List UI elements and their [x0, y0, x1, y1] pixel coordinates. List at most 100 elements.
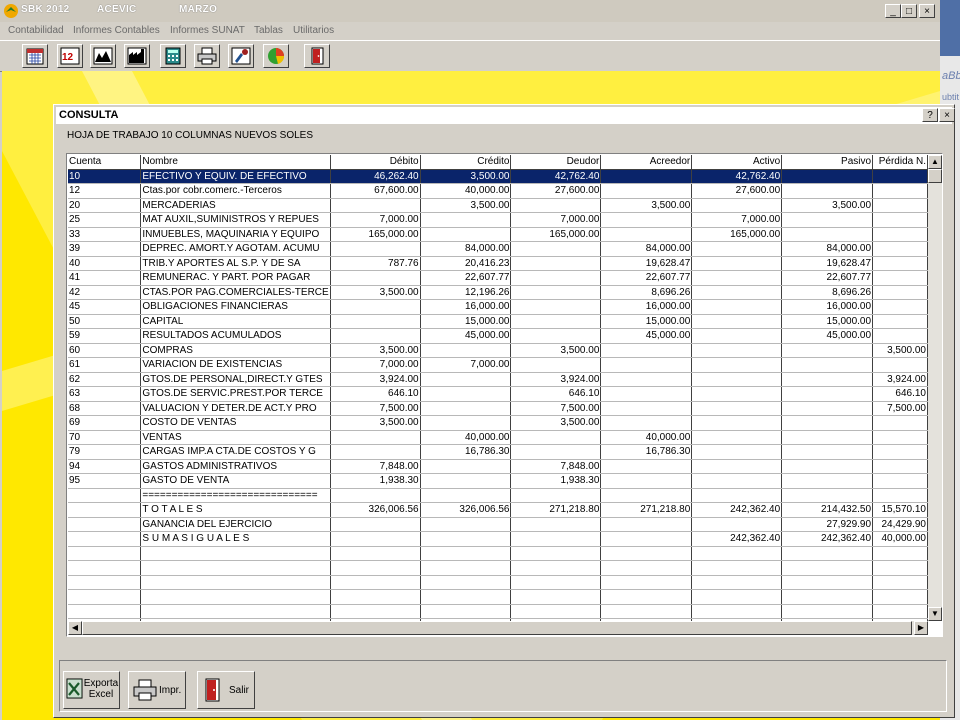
scroll-left-button[interactable]: ◀ [68, 621, 82, 635]
table-row[interactable]: GANANCIA DEL EJERCICIO 27,929.90 24,429.90 [68, 517, 928, 532]
table-row[interactable]: 59 RESULTADOS ACUMULADOS 45,000.00 45,000.0… [68, 328, 928, 344]
scroll-right-button[interactable]: ▶ [914, 621, 928, 635]
cell [420, 343, 512, 358]
cell [600, 531, 693, 547]
cell: 70 [68, 430, 142, 445]
cell [68, 517, 142, 532]
table-row[interactable]: 63 GTOS.DE SERVIC.PREST.POR TERCE 646.10 64… [68, 386, 928, 402]
cell: 8,696.26 [781, 285, 874, 300]
pie-chart-icon[interactable] [263, 44, 289, 68]
numbers-icon[interactable]: 12 [57, 44, 83, 68]
cell [872, 488, 928, 503]
printer-icon[interactable] [194, 44, 220, 68]
worksheet-grid[interactable]: Cuenta Nombre Débito Crédito Deudor Acreedor A… [66, 153, 943, 637]
table-row[interactable]: 70 VENTAS 40,000.00 40,000.00 [68, 430, 928, 445]
consulta-dialog: CONSULTA ? × HOJA DE TRABAJO 10 COLUMNAS… [53, 104, 955, 718]
cell: 84,000.00 [600, 241, 693, 257]
cell [781, 444, 874, 460]
exit-door-icon[interactable] [304, 44, 330, 68]
table-row[interactable]: 45 OBLIGACIONES FINANCIERAS 16,000.00 16,00… [68, 299, 928, 315]
empty-cell [600, 589, 693, 605]
minimize-icon[interactable]: _ [885, 4, 901, 18]
table-row[interactable]: 33 INMUEBLES, MAQUINARIA Y EQUIPO 165,000.… [68, 227, 928, 242]
table-row[interactable]: 39 DEPREC. AMORT.Y AGOTAM. ACUMU 84,000.00… [68, 241, 928, 257]
cell: 69 [68, 415, 142, 431]
menu-contabilidad[interactable]: Contabilidad [8, 25, 64, 36]
table-row[interactable]: 62 GTOS.DE PERSONAL,DIRECT.Y GTES 3,924.00… [68, 372, 928, 387]
empty-cell [872, 560, 928, 576]
table-row[interactable]: 12 Ctas.por cobr.comerc.-Terceros 67,600.0… [68, 183, 928, 199]
empty-row[interactable] [68, 560, 928, 576]
cell [600, 357, 693, 373]
background-window-header [940, 0, 960, 56]
horizontal-scroll-thumb[interactable] [82, 621, 912, 635]
empty-cell [330, 560, 421, 576]
horizontal-scrollbar[interactable]: ◀ ▶ [68, 621, 928, 635]
vertical-scrollbar[interactable]: ▲ ▼ [928, 155, 942, 621]
cell: 242,362.40 [691, 502, 783, 518]
empty-cell [872, 604, 928, 619]
cell: Deudor [510, 155, 602, 170]
table-row[interactable]: 69 COSTO DE VENTAS 3,500.00 3,500.00 [68, 415, 928, 431]
table-row[interactable]: 60 COMPRAS 3,500.00 3,500.00 3,500.00 [68, 343, 928, 358]
cell: VALUACION Y DETER.DE ACT.Y PRO [140, 401, 331, 416]
table-row[interactable]: 95 GASTO DE VENTA 1,938.30 1,938.30 [68, 473, 928, 489]
factory-icon[interactable] [124, 44, 150, 68]
exit-button[interactable]: Salir [197, 671, 255, 709]
menu-utilitarios[interactable]: Utilitarios [293, 25, 334, 36]
table-row[interactable]: 10 EFECTIVO Y EQUIV. DE EFECTIVO 46,262.40… [68, 169, 928, 184]
cell [872, 314, 928, 329]
table-row[interactable]: 41 REMUNERAC. Y PART. POR PAGAR 22,607.77 2… [68, 270, 928, 286]
scroll-up-button[interactable]: ▲ [928, 155, 942, 169]
cell: 7,000.00 [420, 357, 512, 373]
chart-icon[interactable] [90, 44, 116, 68]
empty-row[interactable] [68, 589, 928, 605]
calculator-icon[interactable] [160, 44, 186, 68]
cell [781, 183, 874, 199]
cell [691, 328, 783, 344]
cell: 40,000.00 [420, 183, 512, 199]
cell: MAT AUXIL,SUMINISTROS Y REPUES [140, 212, 331, 228]
cell: REMUNERAC. Y PART. POR PAGAR [140, 270, 331, 286]
cell [600, 343, 693, 358]
table-row[interactable]: S U M A S I G U A L E S 242,362.40 242,362… [68, 531, 928, 547]
table-row[interactable]: 68 VALUACION Y DETER.DE ACT.Y PRO 7,500.00… [68, 401, 928, 416]
period-name: MARZO [179, 4, 218, 15]
menu-tablas[interactable]: Tablas [254, 25, 283, 36]
cell: 45,000.00 [781, 328, 874, 344]
export-excel-button[interactable]: Exporta Excel [63, 671, 120, 709]
empty-cell [420, 575, 512, 590]
table-row[interactable]: 61 VARIACION DE EXISTENCIAS 7,000.00 7,000.… [68, 357, 928, 373]
maximize-icon[interactable]: □ [901, 4, 917, 18]
table-row[interactable]: T O T A L E S 326,006.56 326,006.56 271,218… [68, 502, 928, 518]
cell [691, 415, 783, 431]
calendar-icon[interactable] [22, 44, 48, 68]
table-row[interactable]: 42 CTAS.POR PAG.COMERCIALES-TERCE 3,500.00… [68, 285, 928, 300]
close-icon[interactable]: × [919, 4, 935, 18]
table-row[interactable]: ============================== [68, 488, 928, 503]
cell: 19,628.47 [781, 256, 874, 271]
menu-informes-contables[interactable]: Informes Contables [73, 25, 160, 36]
empty-row[interactable] [68, 575, 928, 590]
cell: 7,000.00 [510, 212, 602, 228]
menu-informes-sunat[interactable]: Informes SUNAT [170, 25, 245, 36]
column-header-row[interactable]: Cuenta Nombre Débito Crédito Deudor Acreedor A… [68, 155, 928, 170]
help-button[interactable]: ? [922, 108, 938, 122]
empty-row[interactable] [68, 546, 928, 561]
vertical-scroll-thumb[interactable] [928, 169, 942, 183]
print-button[interactable]: Impr. [128, 671, 186, 709]
dialog-close-button[interactable]: × [939, 108, 955, 122]
tools-icon[interactable] [228, 44, 254, 68]
cell: Ctas.por cobr.comerc.-Terceros [140, 183, 331, 199]
table-row[interactable]: 20 MERCADERIAS 3,500.00 3,500.00 3,500.00 [68, 198, 928, 213]
cell [781, 473, 874, 489]
table-row[interactable]: 79 CARGAS IMP.A CTA.DE COSTOS Y G 16,786.3… [68, 444, 928, 460]
table-row[interactable]: 94 GASTOS ADMINISTRATIVOS 7,848.00 7,848.00 [68, 459, 928, 474]
table-row[interactable]: 25 MAT AUXIL,SUMINISTROS Y REPUES 7,000.00… [68, 212, 928, 228]
empty-row[interactable] [68, 604, 928, 619]
scroll-down-button[interactable]: ▼ [928, 607, 942, 621]
cell: 165,000.00 [330, 227, 421, 242]
table-row[interactable]: 40 TRIB.Y APORTES AL S.P. Y DE SA 787.76 20… [68, 256, 928, 271]
cell [330, 517, 421, 532]
table-row[interactable]: 50 CAPITAL 15,000.00 15,000.00 15,000.00 [68, 314, 928, 329]
